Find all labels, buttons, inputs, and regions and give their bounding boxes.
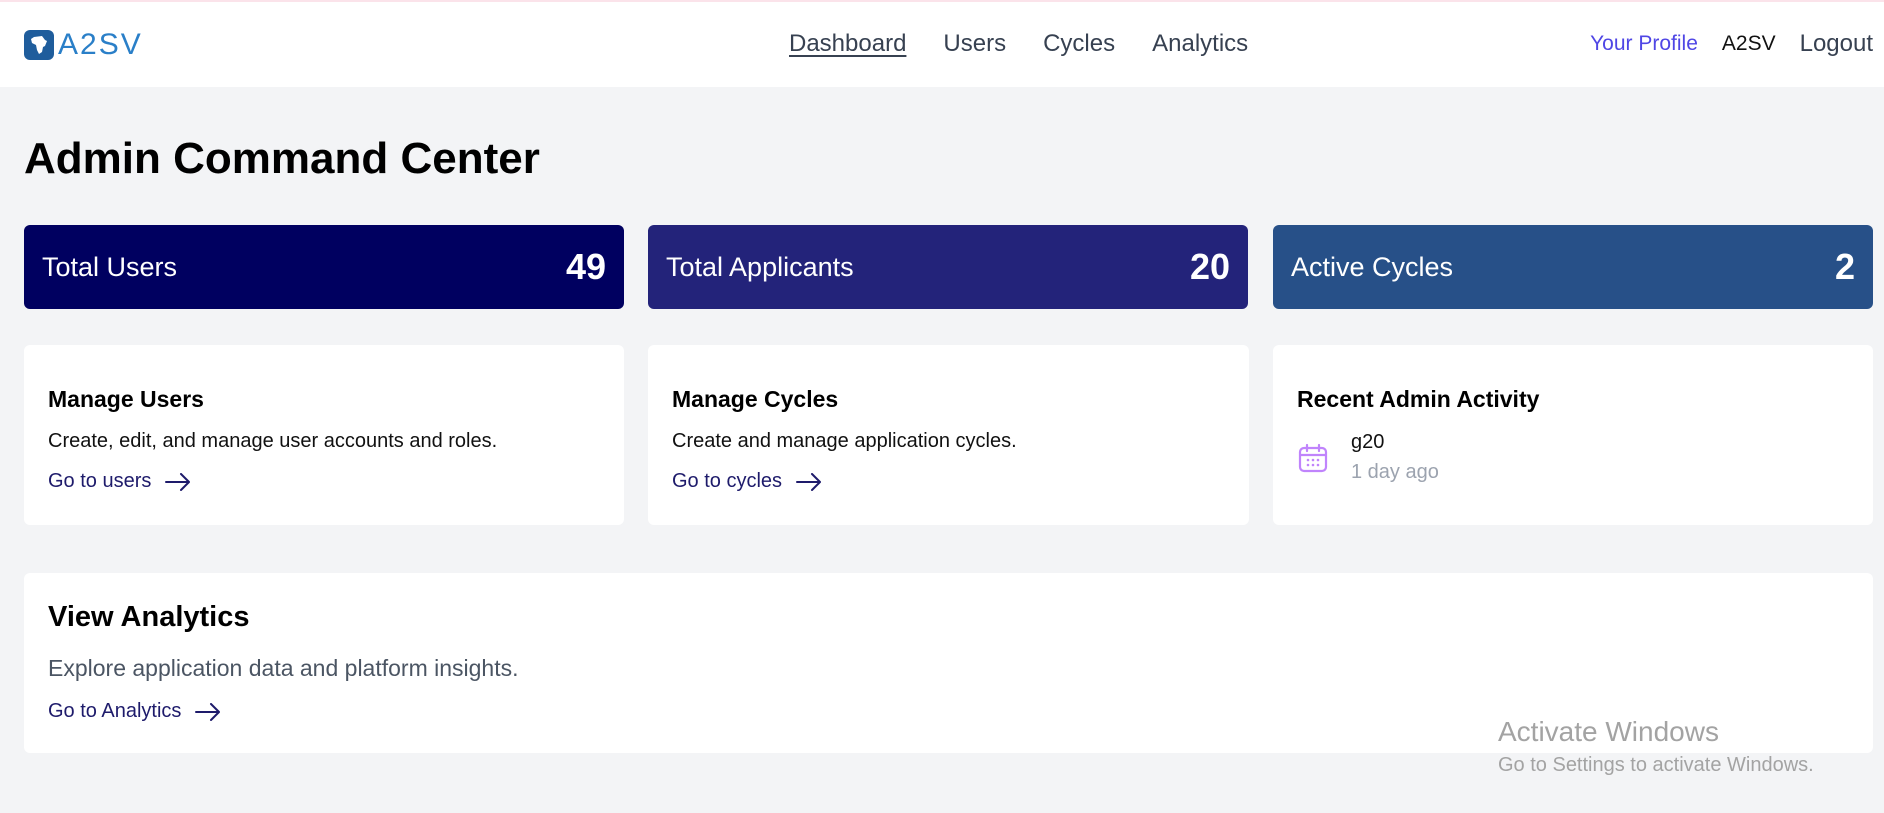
stat-label: Active Cycles	[1291, 251, 1454, 282]
logout-button[interactable]: Logout	[1800, 30, 1873, 58]
nav-cycles[interactable]: Cycles	[1043, 30, 1115, 58]
stat-label: Total Users	[42, 251, 178, 282]
go-to-cycles-link[interactable]: Go to cycles	[672, 470, 822, 493]
arrow-right-icon	[195, 702, 221, 721]
user-nav: Your Profile A2SV Logout	[1590, 30, 1873, 58]
top-navbar: A2SV Dashboard Users Cycles Analytics Yo…	[0, 2, 1884, 87]
card-description: Create and manage application cycles.	[672, 430, 1017, 452]
manage-users-card: Manage Users Create, edit, and manage us…	[24, 345, 624, 525]
go-to-users-link[interactable]: Go to users	[48, 470, 191, 493]
watermark-title: Activate Windows	[1498, 716, 1719, 747]
africa-logo-icon	[24, 30, 54, 60]
stat-value: 20	[1189, 246, 1230, 287]
org-name: A2SV	[1721, 32, 1776, 55]
stat-active-cycles: Active Cycles 2	[1273, 225, 1873, 309]
logo-text: A2SV	[58, 28, 143, 61]
card-title: Manage Cycles	[672, 386, 839, 412]
recent-activity-card: Recent Admin Activity g20 1 day ago	[1273, 345, 1873, 525]
link-label: Go to users	[48, 470, 152, 492]
main-nav: Dashboard Users Cycles Analytics	[789, 30, 1248, 58]
arrow-right-icon	[796, 472, 822, 491]
activity-time: 1 day ago	[1351, 461, 1439, 483]
stat-label: Total Applicants	[666, 251, 854, 282]
page-title: Admin Command Center	[24, 134, 540, 183]
card-description: Create, edit, and manage user accounts a…	[48, 430, 498, 452]
card-title: Recent Admin Activity	[1297, 386, 1540, 412]
stat-total-applicants: Total Applicants 20	[648, 225, 1248, 309]
windows-activation-watermark: Activate Windows Go to Settings to activ…	[1498, 716, 1814, 777]
arrow-right-icon	[165, 472, 191, 491]
a2sv-logo[interactable]: A2SV	[24, 30, 143, 60]
stat-total-users: Total Users 49	[24, 225, 624, 309]
calendar-icon	[1298, 443, 1328, 473]
nav-analytics[interactable]: Analytics	[1152, 30, 1248, 58]
card-title: View Analytics	[48, 601, 250, 633]
watermark-subtitle: Go to Settings to activate Windows.	[1498, 754, 1814, 776]
stat-value: 49	[565, 246, 606, 287]
stat-value: 2	[1834, 246, 1855, 287]
nav-users[interactable]: Users	[943, 30, 1006, 58]
link-label: Go to Analytics	[48, 700, 182, 722]
activity-title: g20	[1351, 431, 1385, 453]
card-title: Manage Users	[48, 386, 204, 412]
go-to-analytics-link[interactable]: Go to Analytics	[48, 700, 221, 723]
link-label: Go to cycles	[672, 470, 783, 492]
nav-dashboard[interactable]: Dashboard	[789, 30, 906, 58]
manage-cycles-card: Manage Cycles Create and manage applicat…	[648, 345, 1249, 525]
your-profile-link[interactable]: Your Profile	[1590, 32, 1698, 56]
card-description: Explore application data and platform in…	[48, 655, 519, 681]
